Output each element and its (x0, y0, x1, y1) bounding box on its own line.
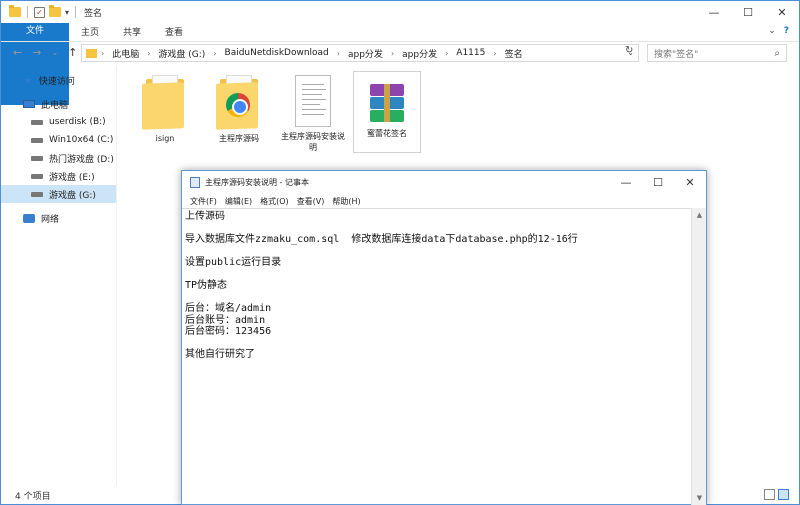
drive-icon (31, 137, 43, 143)
new-folder-icon[interactable] (49, 5, 61, 17)
sidebar-item-this-pc[interactable]: 此电脑 (1, 95, 116, 113)
sidebar-item-drive-selected[interactable]: 游戏盘 (G:) (1, 185, 116, 203)
search-input[interactable]: 搜索"签名" ⌕ (647, 44, 787, 62)
recent-locations-button[interactable]: ⌄ (51, 48, 58, 57)
sidebar-item-label: 此电脑 (41, 100, 69, 111)
file-name: 蜜蕾花签名 (367, 129, 407, 138)
menu-help[interactable]: 帮助(H) (328, 196, 364, 207)
item-count: 4 个项目 (15, 491, 51, 502)
window-title: 签名 (84, 8, 103, 19)
separator (75, 6, 77, 18)
file-item[interactable]: isign (131, 71, 199, 153)
sidebar-item-label: 热门游戏盘 (D:) (49, 154, 114, 165)
file-name: isign (155, 134, 175, 143)
breadcrumb-item[interactable]: 签名 (505, 47, 523, 60)
refresh-icon[interactable]: ↻ (625, 45, 633, 56)
tab-share[interactable]: 共享 (111, 23, 153, 39)
customize-toolbar-icon[interactable]: ▾ (65, 8, 69, 17)
vertical-scrollbar[interactable]: ▲ ▼ (691, 208, 706, 505)
menu-bar: 文件(F) 编辑(E) 格式(O) 查看(V) 帮助(H) (182, 194, 706, 208)
file-name: 主程序源码安装说明 (281, 132, 345, 152)
breadcrumb-item[interactable]: 游戏盘 (G:) (158, 47, 205, 60)
minimize-button[interactable]: — (610, 171, 642, 194)
text-editor-area[interactable]: 上传源码 导入数据库文件zzmaku_com.sql 修改数据库连接data下d… (182, 208, 693, 505)
large-icons-view-icon[interactable] (778, 489, 789, 500)
navigation-pane: ★ 快速访问 此电脑 userdisk (B:) Win10x64 (C:) 热… (1, 65, 117, 485)
sidebar-item-drive[interactable]: 热门游戏盘 (D:) (1, 149, 116, 167)
rar-archive-icon (370, 84, 404, 124)
breadcrumb-item[interactable]: app分发 (348, 47, 383, 60)
forward-button[interactable]: → (32, 46, 41, 59)
file-list: isign 主程序源码 主程序源码安装说明 蜜蕾花签名 (131, 71, 421, 153)
address-bar[interactable]: › 此电脑 › 游戏盘 (G:) › BaiduNetdiskDownload … (81, 44, 639, 62)
menu-format[interactable]: 格式(O) (256, 196, 293, 207)
drive-icon (31, 173, 43, 179)
drive-icon (31, 119, 43, 125)
up-button[interactable]: ↑ (68, 46, 77, 59)
minimize-button[interactable]: — (697, 1, 731, 23)
breadcrumb-item[interactable]: BaiduNetdiskDownload (225, 48, 329, 58)
menu-view[interactable]: 查看(V) (293, 196, 329, 207)
notepad-icon (190, 177, 200, 188)
sidebar-item-label: Win10x64 (C:) (49, 135, 114, 145)
back-button[interactable]: ← (13, 46, 22, 59)
menu-file[interactable]: 文件(F) (186, 196, 221, 207)
drive-icon (31, 191, 43, 197)
computer-icon (23, 100, 35, 108)
sidebar-item-drive[interactable]: 游戏盘 (E:) (1, 167, 116, 185)
separator (27, 6, 28, 18)
close-button[interactable]: ✕ (674, 171, 706, 194)
help-icon[interactable]: ? (784, 26, 789, 36)
star-icon: ★ (23, 73, 33, 87)
menu-edit[interactable]: 编辑(E) (221, 196, 256, 207)
text-document-icon (295, 75, 331, 127)
properties-icon[interactable]: ✓ (34, 6, 45, 18)
explorer-titlebar: ✓ ▾ 签名 — ☐ ✕ (1, 1, 799, 23)
notepad-window: 主程序源码安装说明 - 记事本 — ☐ ✕ 文件(F) 编辑(E) 格式(O) … (181, 170, 707, 505)
search-icon[interactable]: ⌕ (774, 48, 780, 59)
search-placeholder: 搜索"签名" (654, 49, 699, 60)
notepad-titlebar: 主程序源码安装说明 - 记事本 — ☐ ✕ (182, 171, 706, 194)
scroll-up-icon[interactable]: ▲ (692, 208, 707, 222)
maximize-button[interactable]: ☐ (731, 1, 765, 23)
ribbon-tabs: 文件 主页 共享 查看 ⌄ ? (1, 23, 799, 105)
tab-home[interactable]: 主页 (69, 23, 111, 39)
folder-icon (86, 48, 97, 58)
file-item[interactable]: 主程序源码安装说明 (279, 71, 347, 153)
sidebar-item-label: 快速访问 (38, 76, 75, 87)
sidebar-item-label: 游戏盘 (G:) (49, 190, 96, 201)
sidebar-item-quick-access[interactable]: ★ 快速访问 (1, 71, 116, 89)
breadcrumb-item[interactable]: 此电脑 (112, 47, 139, 60)
breadcrumb: › 此电脑 › 游戏盘 (G:) › BaiduNetdiskDownload … (101, 47, 523, 60)
breadcrumb-item[interactable]: A1115 (456, 48, 485, 58)
expand-ribbon-icon[interactable]: ⌄ (768, 26, 776, 36)
drive-icon (31, 155, 43, 161)
notepad-title: 主程序源码安装说明 - 记事本 (205, 178, 309, 187)
chrome-folder-icon (216, 73, 262, 130)
network-icon (23, 213, 35, 223)
file-name: 主程序源码 (219, 134, 259, 143)
folder-icon (142, 73, 188, 130)
sidebar-item-drive[interactable]: userdisk (B:) (1, 113, 116, 131)
navigation-bar: ← → ⌄ ↑ › 此电脑 › 游戏盘 (G:) › BaiduNetdiskD… (1, 41, 799, 63)
maximize-button[interactable]: ☐ (642, 171, 674, 194)
folder-icon (9, 5, 21, 17)
details-view-icon[interactable] (764, 489, 775, 500)
file-item[interactable]: 主程序源码 (205, 71, 273, 153)
sidebar-item-label: userdisk (B:) (49, 117, 106, 127)
breadcrumb-item[interactable]: app分发 (402, 47, 437, 60)
sidebar-item-drive[interactable]: Win10x64 (C:) (1, 131, 116, 149)
tab-view[interactable]: 查看 (153, 23, 195, 39)
close-button[interactable]: ✕ (765, 1, 799, 23)
sidebar-item-network[interactable]: 网络 (1, 209, 116, 227)
sidebar-item-label: 游戏盘 (E:) (49, 172, 95, 183)
sidebar-item-label: 网络 (41, 214, 60, 225)
file-item[interactable]: 蜜蕾花签名 (353, 71, 421, 153)
scroll-down-icon[interactable]: ▼ (692, 491, 707, 505)
